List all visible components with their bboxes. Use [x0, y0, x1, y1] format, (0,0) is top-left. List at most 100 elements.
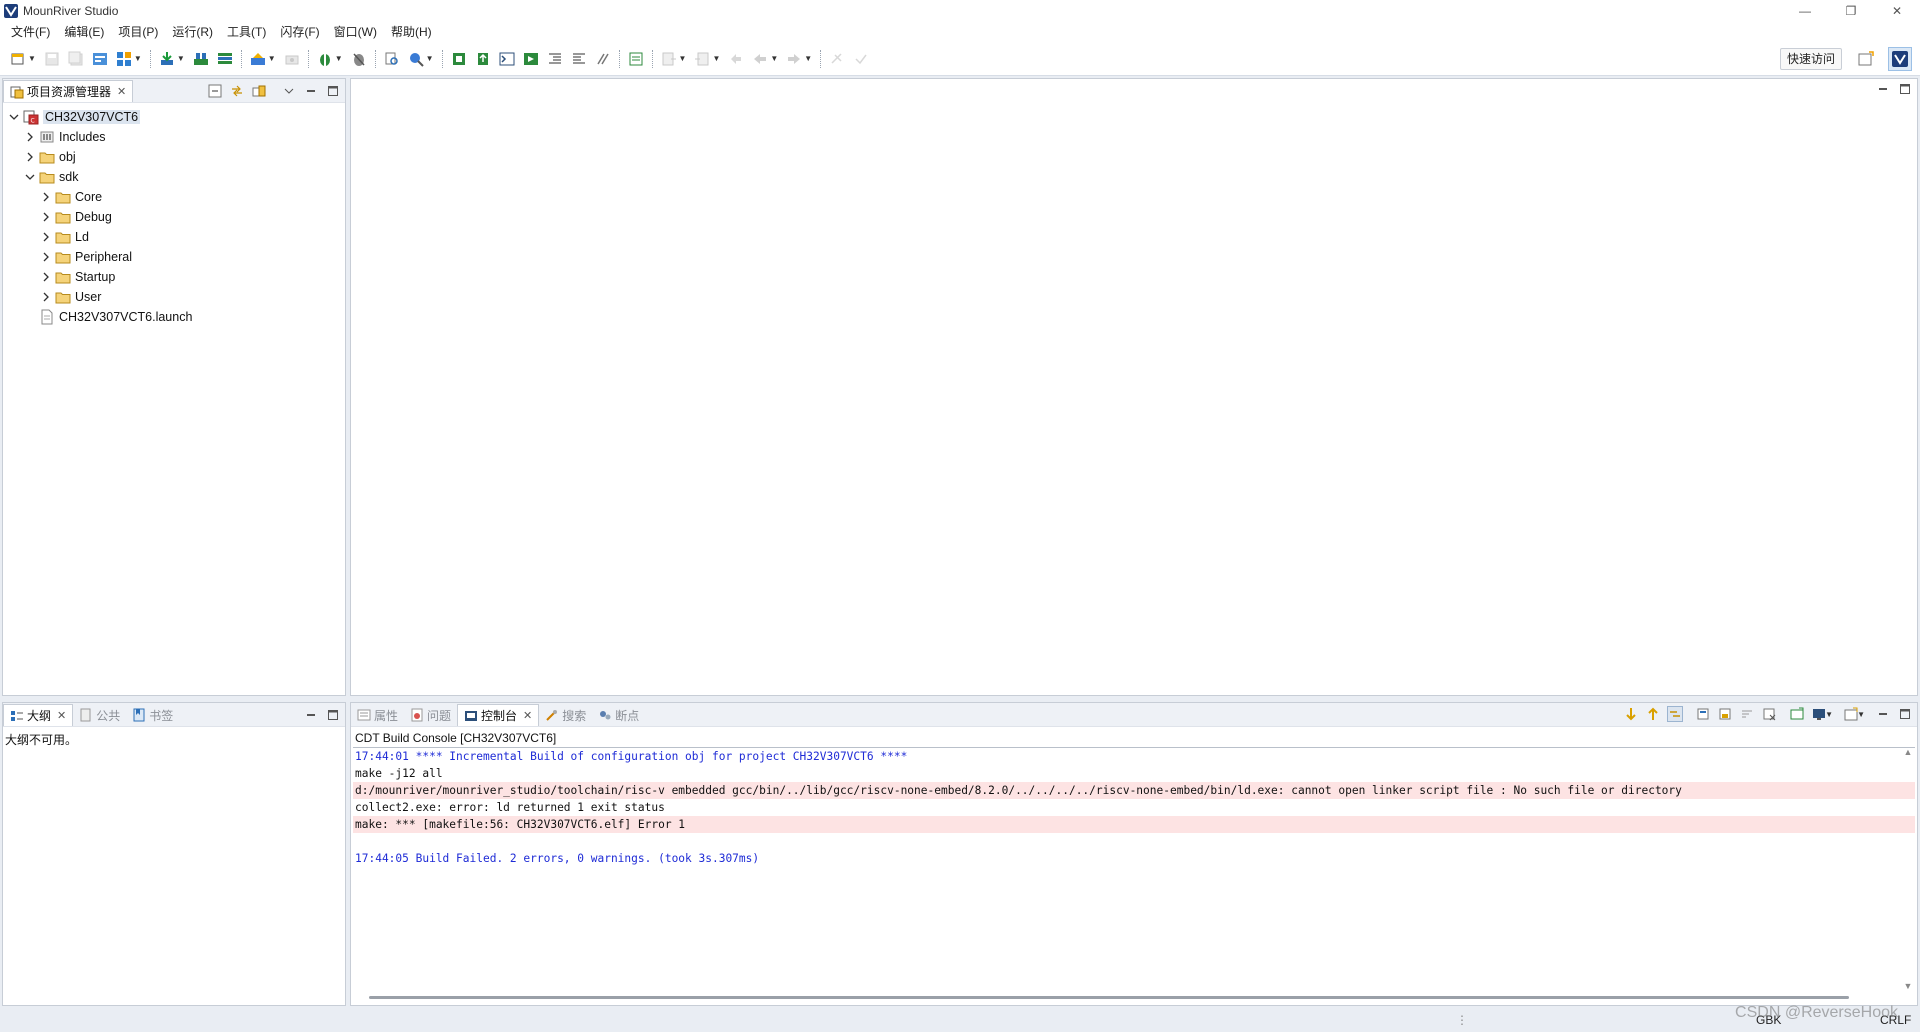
close-tab-icon[interactable]: ✕	[523, 709, 532, 722]
build-all-icon[interactable]	[216, 50, 234, 68]
menu-file[interactable]: 文件(F)	[4, 22, 57, 42]
tree-item[interactable]: Peripheral	[7, 247, 345, 267]
tab-bookmarks[interactable]: 书签	[126, 704, 179, 726]
tree-item[interactable]: Debug	[7, 207, 345, 227]
tab-project-explorer[interactable]: 项目资源管理器 ✕	[3, 80, 134, 102]
minimize-panel-icon[interactable]	[1875, 706, 1891, 722]
menu-window[interactable]: 窗口(W)	[327, 22, 384, 42]
chevron-down-icon[interactable]	[23, 170, 37, 184]
run-icon[interactable]	[522, 50, 540, 68]
save-all-icon[interactable]	[67, 50, 85, 68]
outdent-icon[interactable]	[570, 50, 588, 68]
menu-run[interactable]: 运行(R)	[165, 22, 220, 42]
menu-edit[interactable]: 编辑(E)	[57, 22, 111, 42]
debug-icon[interactable]	[316, 50, 334, 68]
filter-icon[interactable]	[251, 83, 267, 99]
close-tab-icon[interactable]: ✕	[117, 85, 126, 98]
forward-dropdown-icon[interactable]: ▼	[804, 54, 812, 63]
close-tab-icon[interactable]: ✕	[57, 709, 66, 722]
minimize-panel-icon[interactable]	[303, 83, 319, 99]
last-edit-icon[interactable]	[727, 50, 745, 68]
prev-annotation-dropdown-icon[interactable]: ▼	[712, 54, 720, 63]
tree-item[interactable]: obj	[7, 147, 345, 167]
maximize-panel-icon[interactable]	[1897, 706, 1913, 722]
menu-project[interactable]: 项目(P)	[111, 22, 165, 42]
copy-console-icon[interactable]	[1695, 706, 1711, 722]
tree-item[interactable]: CH32V307VCT6.launch	[7, 307, 345, 327]
windows-dropdown-icon[interactable]: ▼	[134, 54, 142, 63]
minimize-button[interactable]: —	[1782, 0, 1828, 22]
view-menu-icon[interactable]	[281, 83, 297, 99]
pin-console-icon[interactable]	[1789, 706, 1805, 722]
windows-icon[interactable]	[115, 50, 133, 68]
search-dropdown-icon[interactable]: ▼	[426, 54, 434, 63]
link-to-editor-icon[interactable]	[1667, 706, 1684, 722]
prev-annotation-icon[interactable]	[693, 50, 711, 68]
maximize-panel-icon[interactable]	[325, 83, 341, 99]
build-icon[interactable]	[192, 50, 210, 68]
scroll-up-icon[interactable]: ▲	[1904, 747, 1913, 757]
chip-config-icon[interactable]	[450, 50, 468, 68]
tab-problems[interactable]: 问题	[404, 704, 457, 726]
link-with-editor-icon[interactable]	[229, 83, 245, 99]
menu-help[interactable]: 帮助(H)	[384, 22, 439, 42]
tree-item[interactable]: Startup	[7, 267, 345, 287]
next-error-icon[interactable]	[1623, 706, 1639, 722]
chevron-right-icon[interactable]	[39, 290, 53, 304]
collapse-all-icon[interactable]	[207, 83, 223, 99]
new-icon[interactable]	[9, 50, 27, 68]
chevron-right-icon[interactable]	[39, 250, 53, 264]
tab-search[interactable]: 搜索	[539, 704, 592, 726]
tab-outline[interactable]: 大纲 ✕	[3, 704, 74, 726]
new-dropdown-icon[interactable]: ▼	[28, 54, 36, 63]
tab-console[interactable]: 控制台 ✕	[457, 704, 540, 726]
tab-properties[interactable]: 属性	[351, 704, 404, 726]
chevron-right-icon[interactable]	[23, 150, 37, 164]
mounriver-perspective-icon[interactable]	[1888, 47, 1912, 71]
chevron-right-icon[interactable]	[39, 230, 53, 244]
terminate-icon[interactable]	[350, 50, 368, 68]
tree-item[interactable]: sdk	[7, 167, 345, 187]
comment-icon[interactable]	[594, 50, 612, 68]
forward-icon[interactable]	[785, 50, 803, 68]
indent-icon[interactable]	[546, 50, 564, 68]
save-icon[interactable]	[43, 50, 61, 68]
prev-error-icon[interactable]	[1645, 706, 1661, 722]
back-dropdown-icon[interactable]: ▼	[770, 54, 778, 63]
display-console-dropdown-icon[interactable]: ▼	[1825, 710, 1833, 719]
upload-icon[interactable]	[474, 50, 492, 68]
tree-item[interactable]: User	[7, 287, 345, 307]
tree-item[interactable]: Includes	[7, 127, 345, 147]
back-icon[interactable]	[751, 50, 769, 68]
pin-editor-icon[interactable]	[828, 50, 846, 68]
word-wrap-icon[interactable]	[1739, 706, 1755, 722]
debug-dropdown-icon[interactable]: ▼	[335, 54, 343, 63]
minimize-panel-icon[interactable]	[303, 707, 319, 723]
terminal-icon[interactable]	[498, 50, 516, 68]
clear-console-icon[interactable]	[1761, 706, 1777, 722]
download-dropdown-icon[interactable]: ▼	[177, 54, 185, 63]
flash-dropdown-icon[interactable]: ▼	[268, 54, 276, 63]
next-annotation-icon[interactable]	[660, 50, 678, 68]
console-horizontal-scrollbar[interactable]	[369, 996, 1849, 999]
scroll-down-icon[interactable]: ▼	[1904, 981, 1913, 991]
menu-flash[interactable]: 闪存(F)	[273, 22, 326, 42]
chevron-down-icon[interactable]	[7, 110, 21, 124]
maximize-editor-icon[interactable]	[1897, 81, 1913, 97]
tree-item[interactable]: Core	[7, 187, 345, 207]
tree-item[interactable]: Ld	[7, 227, 345, 247]
restore-button[interactable]: ❐	[1828, 0, 1874, 22]
tree-item[interactable]: C CH32V307VCT6	[7, 107, 345, 127]
search-file-icon[interactable]	[383, 50, 401, 68]
build-config-icon[interactable]	[91, 50, 109, 68]
clear-console-lock-icon[interactable]	[1717, 706, 1733, 722]
chevron-right-icon[interactable]	[39, 270, 53, 284]
erase-icon[interactable]	[283, 50, 301, 68]
quick-access-field[interactable]: 快速访问	[1779, 48, 1842, 70]
chevron-right-icon[interactable]	[23, 130, 37, 144]
chevron-right-icon[interactable]	[39, 210, 53, 224]
maximize-panel-icon[interactable]	[325, 707, 341, 723]
minimize-editor-icon[interactable]	[1875, 81, 1891, 97]
flash-program-icon[interactable]	[249, 50, 267, 68]
annotate-icon[interactable]	[627, 50, 645, 68]
